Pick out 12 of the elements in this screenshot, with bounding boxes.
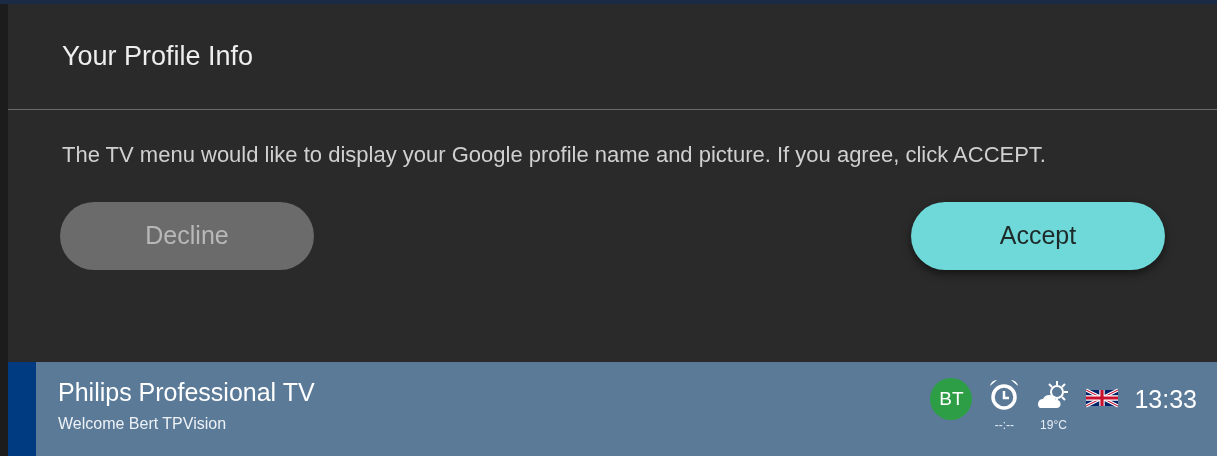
profile-avatar[interactable]: BT bbox=[930, 378, 973, 420]
temperature: 19°C bbox=[1040, 417, 1067, 434]
decline-button[interactable]: Decline bbox=[60, 202, 314, 270]
alarm-time: --:-- bbox=[994, 417, 1015, 434]
accept-button[interactable]: Accept bbox=[911, 202, 1165, 270]
tv-title: Philips Professional TV bbox=[58, 377, 315, 408]
welcome-text: Welcome Bert TPVision bbox=[58, 414, 228, 434]
clock-time: 13:33 bbox=[1134, 384, 1197, 415]
flag-icon bbox=[1086, 388, 1119, 408]
dialog-title: Your Profile Info bbox=[62, 40, 254, 74]
alarm-clock-icon[interactable] bbox=[988, 378, 1021, 412]
dialog-message: The TV menu would like to display your Google profile name and picture. If you agree, click ACCEPT. bbox=[62, 141, 1047, 169]
